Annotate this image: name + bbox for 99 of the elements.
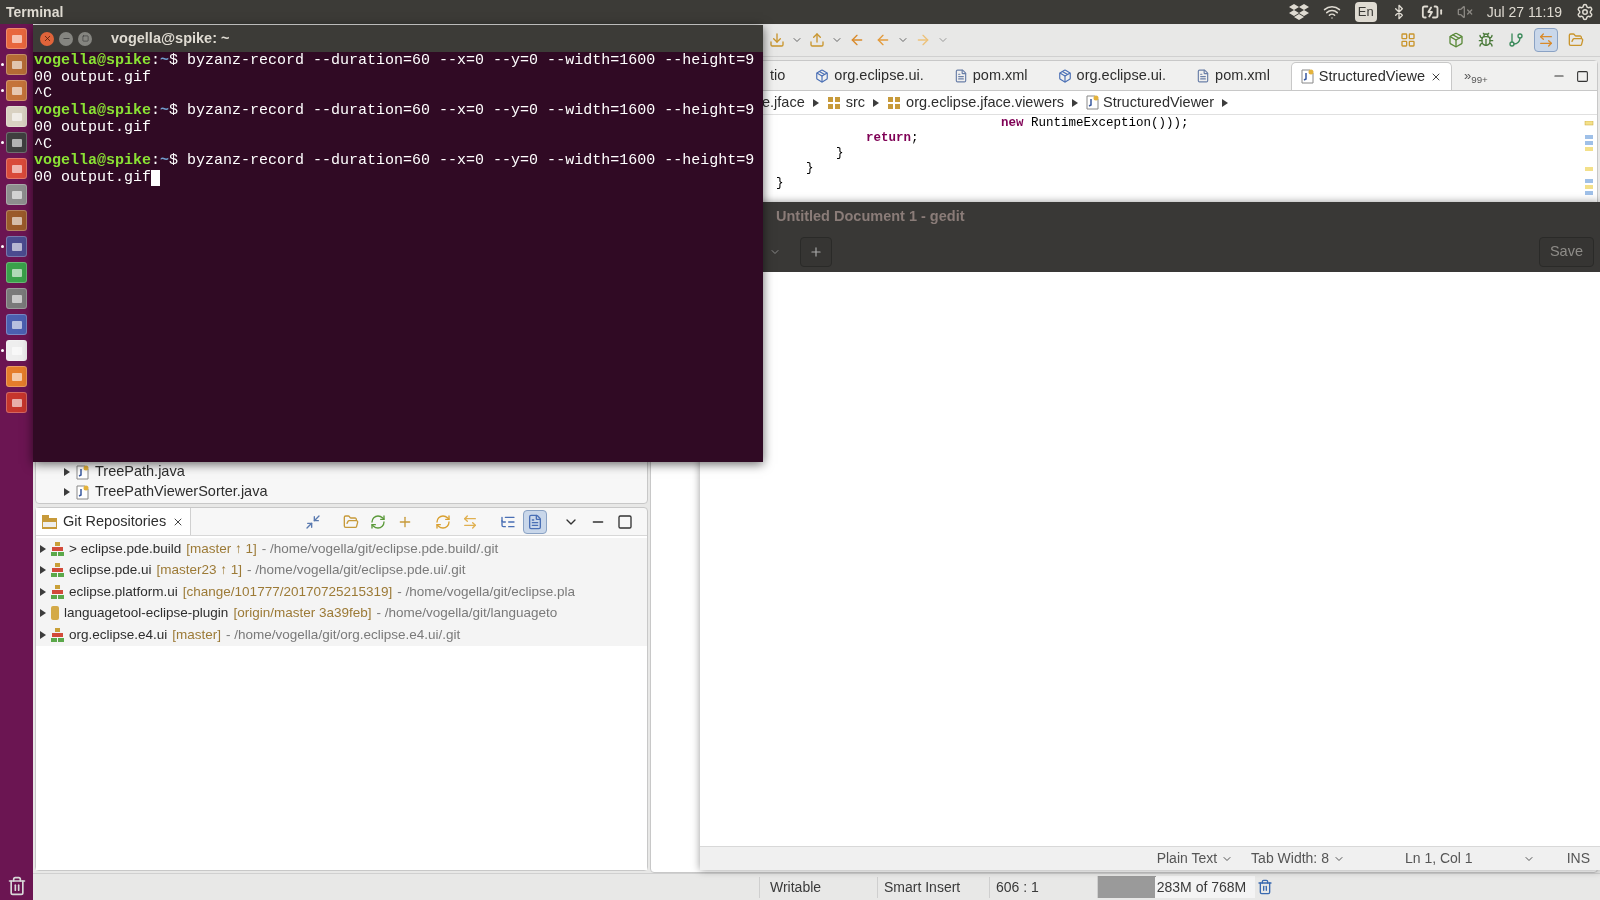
- package-icon: [887, 95, 903, 110]
- launcher-app-icon[interactable]: [6, 210, 27, 231]
- editor-tab[interactable]: org.eclipse.ui.: [1048, 62, 1176, 90]
- file-icon: [953, 69, 968, 83]
- repository-icon: [51, 563, 64, 578]
- compare-icon[interactable]: [1534, 28, 1558, 52]
- clock[interactable]: Jul 27 11:19: [1486, 1, 1562, 23]
- tree-arrow-icon[interactable]: [64, 488, 70, 496]
- editor-tab[interactable]: pom.xml: [944, 62, 1037, 90]
- git-icon: [42, 514, 57, 529]
- new-tab-button[interactable]: [800, 237, 832, 267]
- close-icon: [42, 34, 52, 43]
- terminal-line: vogella@spike:~$ byzanz-record --duration=60 --x=0 --y=0 --width=1600 --height=9: [34, 103, 755, 120]
- terminal-line: 00 output.gif: [34, 69, 152, 87]
- terminal-line: ^C: [34, 136, 52, 153]
- view-tab[interactable]: Git Repositories: [36, 508, 192, 535]
- language-dropdown[interactable]: Plain Text: [1156, 848, 1234, 869]
- status-text: Smart Insert: [877, 876, 989, 898]
- class-file-icon: [76, 464, 89, 480]
- launcher-app-icon[interactable]: [6, 184, 27, 205]
- launcher-app-icon[interactable]: [6, 262, 27, 283]
- breadcrumb-item[interactable]: StructuredViewer: [1086, 91, 1214, 114]
- repository-icon: [51, 627, 64, 642]
- file-icon: [1196, 69, 1211, 83]
- plugin-icon: [815, 69, 830, 83]
- breadcrumb-arrow-icon[interactable]: [1072, 98, 1079, 107]
- terminal-line: vogella@spike:~$ byzanz-record --duration=60 --x=0 --y=0 --width=1600 --height=9: [34, 153, 755, 170]
- terminal-line: vogella@spike:~$ byzanz-record --duration=60 --x=0 --y=0 --width=1600 --height=9: [34, 53, 755, 70]
- cursor-position: Ln 1, Col 1: [1404, 849, 1473, 868]
- launcher-app-icon[interactable]: [6, 236, 27, 257]
- tree-arrow-icon[interactable]: [64, 468, 70, 476]
- layout-icon[interactable]: [523, 509, 547, 534]
- class-file-icon: [1086, 95, 1100, 110]
- launcher-app-icon[interactable]: [6, 106, 27, 127]
- maximize-button[interactable]: [78, 31, 92, 46]
- breadcrumb-item[interactable]: org.eclipse.jface.viewers: [887, 91, 1065, 114]
- tab-overflow[interactable]: »$_{99+}$: [1464, 66, 1488, 86]
- class-file-icon: [1300, 69, 1314, 84]
- keyboard-indicator[interactable]: En: [1354, 2, 1377, 22]
- breadcrumb-item[interactable]: e.jface: [762, 91, 805, 114]
- app-title: Terminal: [6, 2, 64, 22]
- save-button[interactable]: Save: [1538, 237, 1594, 267]
- plus-icon: [809, 245, 823, 259]
- tree-arrow-icon[interactable]: [40, 544, 46, 553]
- launcher-app-icon[interactable]: [6, 314, 27, 335]
- tree-item[interactable]: TreePath.java: [64, 462, 647, 482]
- editor-tab[interactable]: tio: [761, 62, 795, 90]
- tab-width-dropdown[interactable]: Tab Width: 8: [1251, 848, 1345, 869]
- plugin-icon: [1057, 69, 1072, 83]
- breadcrumb-item[interactable]: src: [826, 91, 866, 114]
- trash-icon[interactable]: [1257, 879, 1273, 895]
- launcher-app-icon[interactable]: [6, 392, 27, 413]
- code-line: }: [805, 161, 814, 175]
- window-title: Untitled Document 1 - gedit: [776, 207, 965, 227]
- tree-item[interactable]: TreePathViewerSorter.java: [64, 482, 647, 502]
- repository-item[interactable]: > eclipse.pde.build [master ↑ 1] - /home/vogella/git/eclipse.pde.build/.git: [36, 538, 647, 560]
- editor-tab[interactable]: org.eclipse.ui.: [806, 62, 933, 90]
- repository-item[interactable]: eclipse.platform.ui [change/101777/20170725215319] - /home/vogella/git/eclipse.pla: [36, 581, 647, 603]
- repository-item[interactable]: eclipse.pde.ui [master23 ↑ 1] - /home/vogella/git/eclipse.pde.ui/.git: [36, 559, 647, 581]
- launcher-app-icon[interactable]: [6, 80, 27, 101]
- breadcrumb-arrow-icon[interactable]: [1222, 98, 1228, 107]
- repository-icon: [51, 584, 64, 599]
- repository-item[interactable]: org.eclipse.e4.ui [master] - /home/vogella/git/org.eclipse.e4.ui/.git: [36, 624, 647, 646]
- terminal-line: 00 output.gif: [34, 169, 152, 187]
- launcher-app-icon[interactable]: [6, 366, 27, 387]
- code-line: }: [775, 176, 784, 190]
- status-text: Writable: [759, 876, 877, 898]
- repository-icon: [51, 541, 64, 556]
- maximize-icon[interactable]: [1576, 69, 1589, 83]
- maximize-icon: [81, 35, 89, 42]
- code-line: new RuntimeException()));: [1000, 116, 1189, 130]
- class-file-icon: [76, 484, 89, 500]
- editor-tab[interactable]: pom.xml: [1187, 62, 1279, 90]
- breadcrumb-arrow-icon[interactable]: [873, 98, 880, 107]
- launcher-app-icon[interactable]: [6, 28, 27, 49]
- launcher-app-icon[interactable]: [6, 54, 27, 75]
- launcher-app-icon[interactable]: [6, 132, 27, 153]
- breadcrumb-arrow-icon[interactable]: [812, 98, 819, 107]
- launcher-app-icon[interactable]: [6, 288, 27, 309]
- wifi-icon[interactable]: [1322, 3, 1341, 21]
- tree-arrow-icon[interactable]: [40, 630, 46, 639]
- insert-mode: INS: [1566, 849, 1590, 868]
- editor-tab[interactable]: StructuredViewe: [1290, 62, 1452, 90]
- trash-icon[interactable]: [6, 876, 27, 896]
- box-icon[interactable]: [1288, 4, 1309, 20]
- terminal-line: ^C: [34, 86, 52, 103]
- window-title: vogella@spike: ~: [111, 28, 230, 48]
- repository-item[interactable]: languagetool-eclipse-plugin [origin/master 3a39feb] - /home/vogella/git/languageto: [36, 602, 647, 624]
- tree-arrow-icon[interactable]: [40, 609, 46, 618]
- close-button[interactable]: [40, 31, 54, 46]
- tree-arrow-icon[interactable]: [40, 566, 46, 575]
- code-line: return;: [865, 131, 919, 145]
- terminal-line: 00 output.gif: [34, 119, 152, 137]
- launcher-app-icon[interactable]: [6, 158, 27, 179]
- package-icon: [826, 95, 842, 110]
- settings-icon[interactable]: [1576, 3, 1594, 21]
- minimize-button[interactable]: [59, 31, 73, 46]
- volume-muted-icon[interactable]: [1456, 4, 1473, 20]
- tree-arrow-icon[interactable]: [40, 587, 46, 596]
